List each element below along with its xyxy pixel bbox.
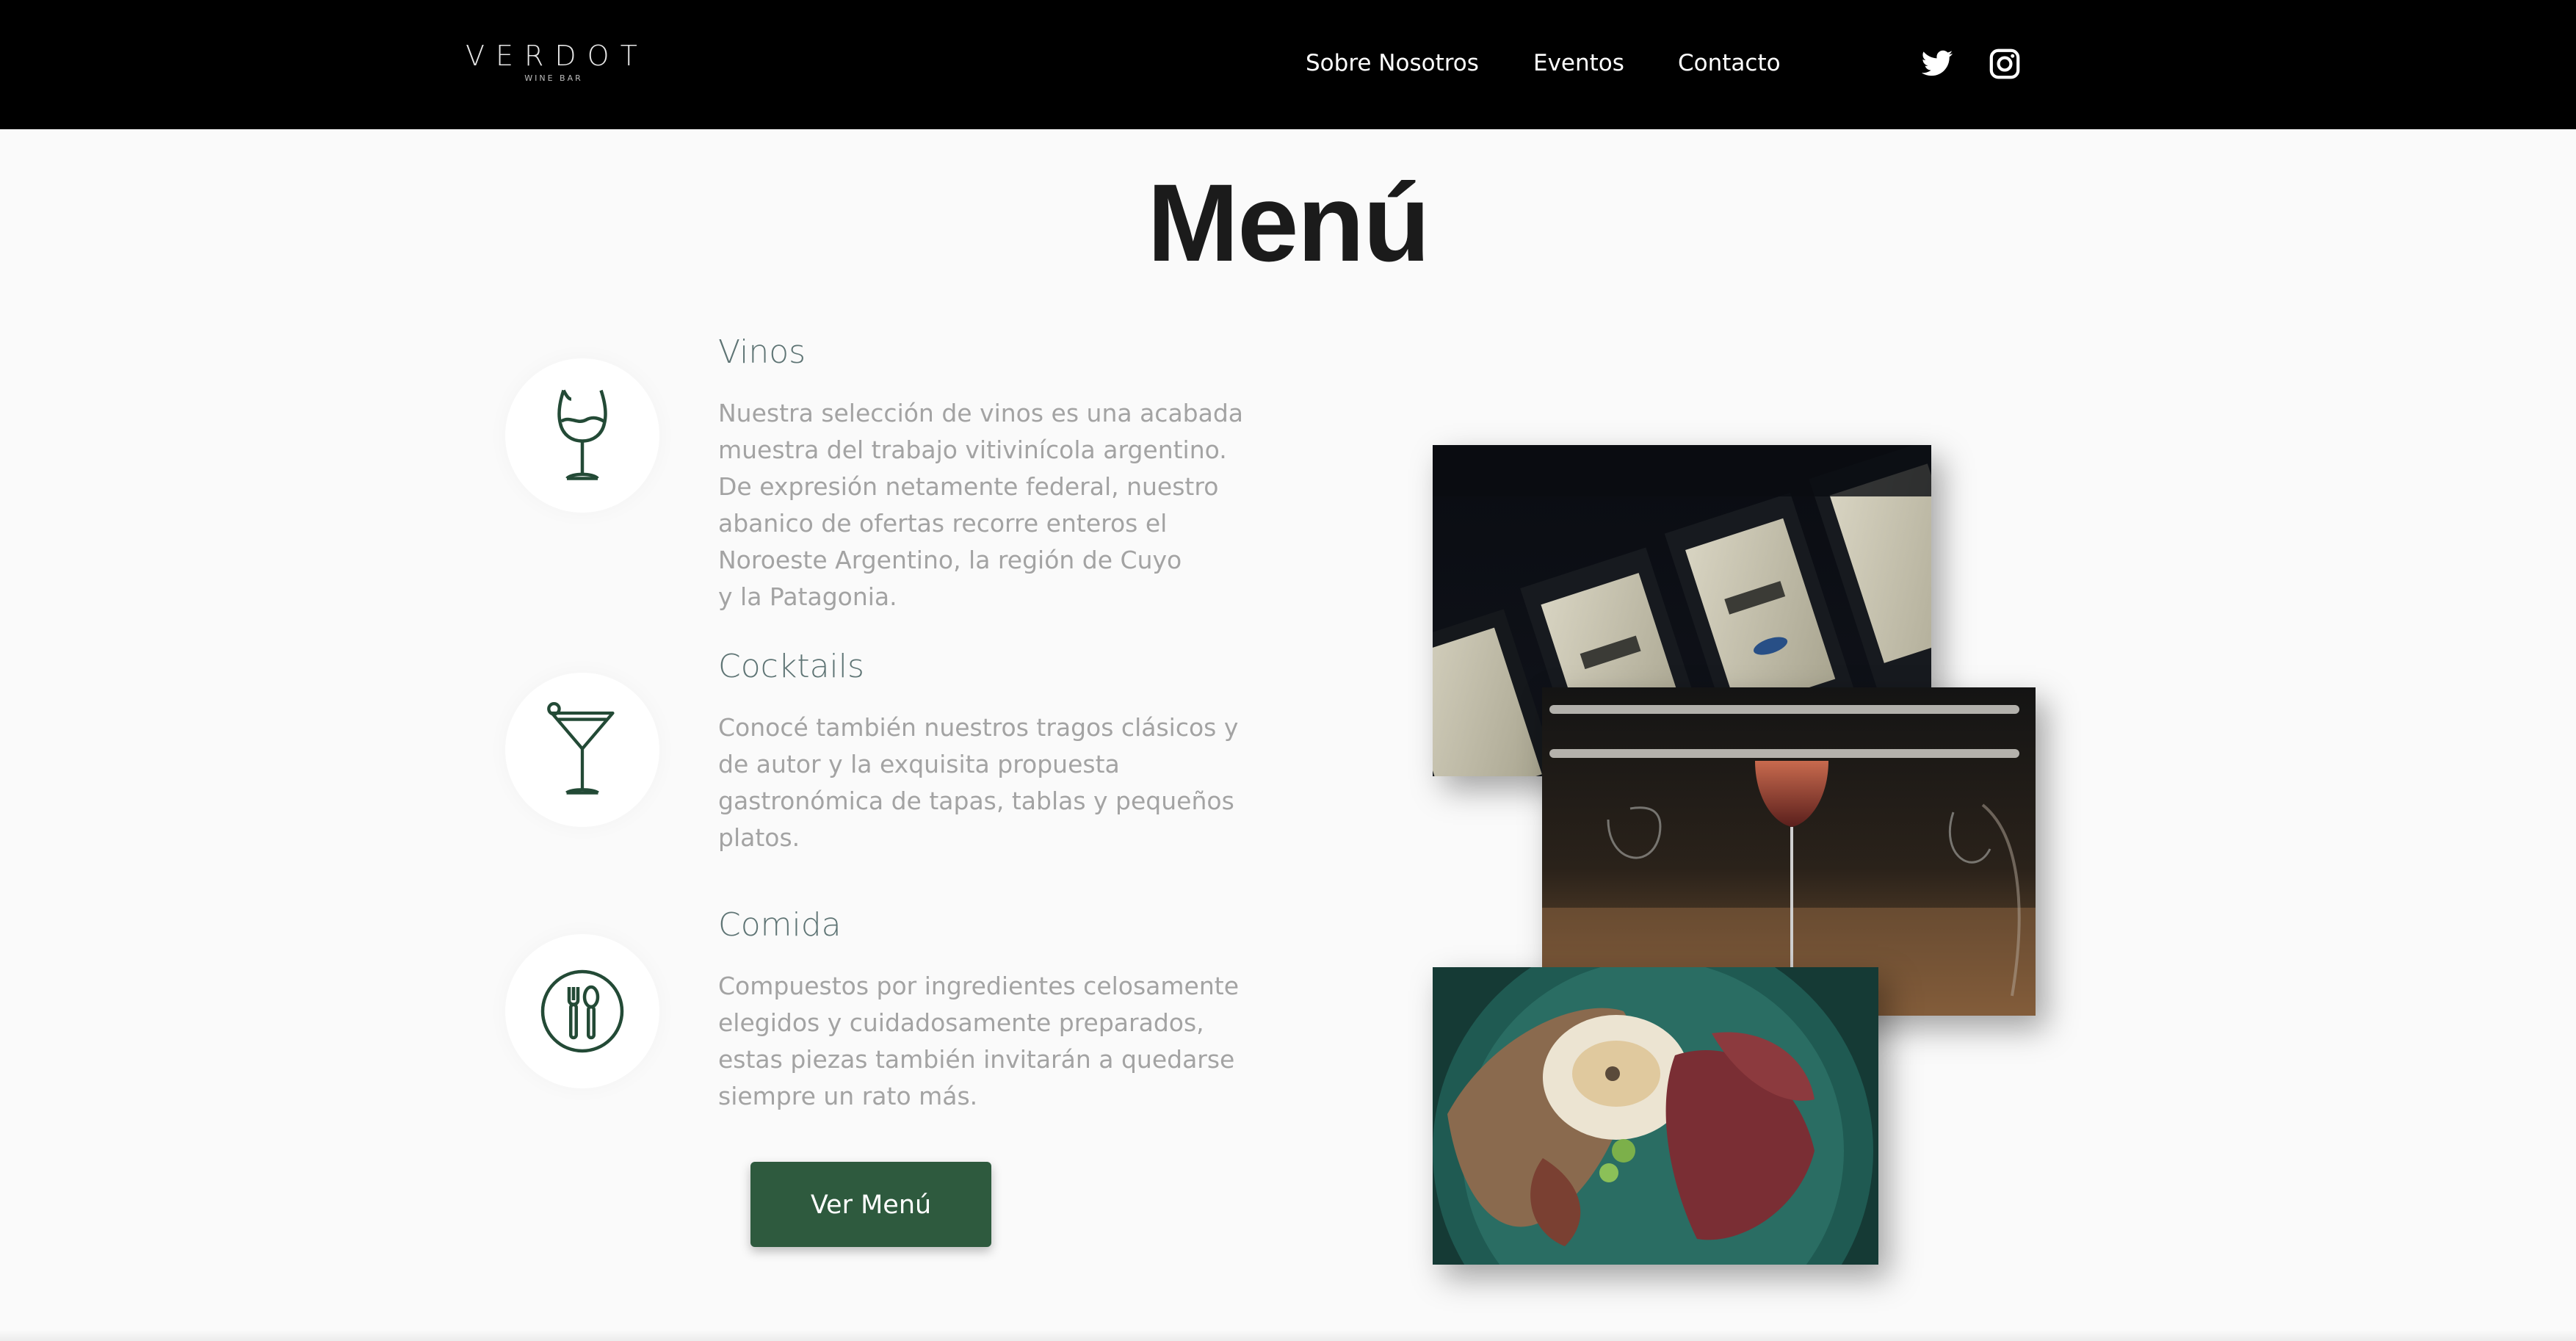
text-line: estas piezas también invitarán a quedars… [718,1045,1235,1074]
logo[interactable]: VERDOT WINE BAR [466,38,642,84]
nav-link-sobre-nosotros[interactable]: Sobre Nosotros [1306,48,1479,78]
text-line: elegidos y cuidadosamente preparados, [718,1008,1204,1037]
top-navbar: VERDOT WINE BAR Sobre Nosotros Eventos C… [0,0,2576,129]
text-line: muestra del trabajo vitivinícola argenti… [718,435,1227,464]
text-line: Compuestos por ingredientes celosamente [718,972,1240,1000]
ver-menu-button[interactable]: Ver Menú [750,1162,991,1247]
instagram-icon[interactable] [1988,47,2022,81]
wine-glass-icon [505,358,659,513]
text-line: Noroeste Argentino, la región de Cuyo [718,546,1182,574]
text-line: y la Patagonia. [718,582,897,611]
cutlery-icon [505,934,659,1088]
text-line: Nuestra selección de vinos es una acabad… [718,399,1244,427]
text-line: De expresión netamente federal, nuestro [718,472,1219,501]
text-line: abanico de ofertas recorre enteros el [718,509,1168,538]
section-text-cocktails: Conocé también nuestros tragos clásicos … [718,709,1262,856]
page-divider [0,1331,2576,1341]
page-title: Menú [1147,161,1430,284]
section-text-comida: Compuestos por ingredientes celosamente … [718,968,1262,1115]
section-title-comida: Comida [718,906,842,944]
logo-name: VERDOT [466,40,648,72]
text-line: de autor y la exquisita propuesta [718,750,1120,778]
logo-tagline: WINE BAR [524,73,583,83]
cocktail-glass-icon [505,673,659,827]
twitter-icon[interactable] [1920,47,1954,81]
text-line: gastronómica de tapas, tablas y pequeños [718,787,1234,815]
nav-link-eventos[interactable]: Eventos [1533,48,1624,78]
food-dish-photo [1433,967,1878,1265]
nav-link-contacto[interactable]: Contacto [1678,48,1781,78]
section-text-vinos: Nuestra selección de vinos es una acabad… [718,395,1262,615]
text-line: Conocé también nuestros tragos clásicos … [718,713,1239,742]
section-title-cocktails: Cocktails [718,648,864,685]
cocktail-photo [1542,687,2036,1016]
section-title-vinos: Vinos [718,333,806,371]
text-line: platos. [718,823,800,852]
text-line: siempre un rato más. [718,1082,978,1110]
